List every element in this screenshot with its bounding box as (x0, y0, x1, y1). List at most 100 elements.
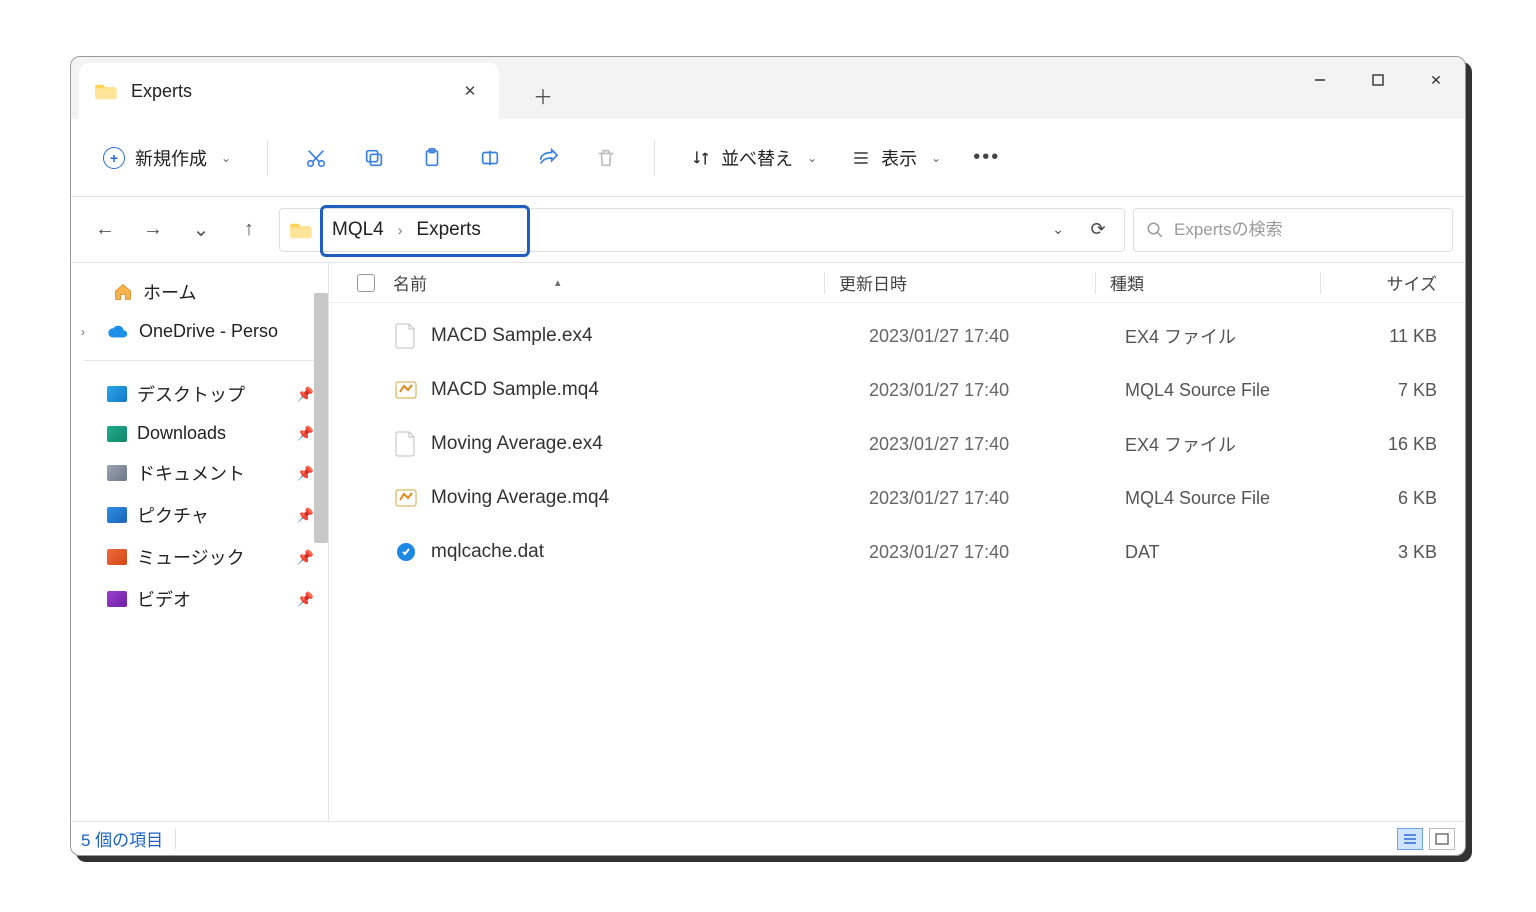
sidebar-item-home[interactable]: ホーム (71, 271, 328, 313)
column-date[interactable]: 更新日時 (839, 275, 907, 294)
view-button[interactable]: 表示 ⌄ (839, 137, 953, 179)
music-icon (107, 549, 127, 565)
file-size: 16 KB (1335, 434, 1465, 455)
details-view-button[interactable] (1397, 828, 1423, 850)
breadcrumb-path: MQL4 › Experts (322, 219, 481, 241)
chevron-right-icon: › (81, 325, 85, 339)
thumbnails-view-button[interactable] (1429, 828, 1455, 850)
sidebar-item-documents[interactable]: ドキュメント 📌 (71, 452, 328, 494)
sidebar-item-onedrive[interactable]: › OneDrive - Perso (71, 313, 328, 350)
address-bar-row: ← → ⌄ ↑ MQL4 › Experts ⌄ ⟳ (71, 197, 1465, 263)
back-button[interactable]: ← (93, 218, 117, 241)
tab-current[interactable]: Experts ✕ (79, 63, 499, 119)
more-button[interactable]: ••• (963, 138, 1010, 177)
scrollbar[interactable] (314, 293, 328, 543)
desktop-icon (107, 386, 127, 402)
sidebar-item-downloads[interactable]: Downloads 📌 (71, 415, 328, 452)
file-icon (393, 539, 419, 565)
sidebar-item-videos[interactable]: ビデオ 📌 (71, 578, 328, 620)
file-type: MQL4 Source File (1125, 380, 1335, 401)
file-name: mqlcache.dat (431, 541, 869, 563)
tab-close-button[interactable]: ✕ (457, 78, 483, 104)
column-type[interactable]: 種類 (1110, 275, 1144, 294)
file-name: MACD Sample.mq4 (431, 379, 869, 401)
file-size: 7 KB (1335, 380, 1465, 401)
cut-button[interactable] (292, 134, 340, 182)
share-button[interactable] (524, 134, 572, 182)
file-type: DAT (1125, 542, 1335, 563)
sidebar-item-label: ピクチャ (137, 502, 209, 528)
nav-arrows: ← → ⌄ ↑ (83, 217, 271, 242)
sidebar-item-label: Downloads (137, 423, 226, 444)
chevron-down-icon: ⌄ (221, 151, 231, 165)
column-size[interactable]: サイズ (1387, 275, 1438, 294)
file-row[interactable]: mqlcache.dat2023/01/27 17:40DAT3 KB (329, 525, 1465, 579)
chevron-down-icon: ⌄ (931, 151, 941, 165)
delete-button[interactable] (582, 134, 630, 182)
pin-icon: 📌 (297, 549, 314, 566)
title-bar: Experts ✕ ＋ ✕ (71, 57, 1465, 119)
select-all-checkbox[interactable] (357, 274, 393, 292)
onedrive-icon (107, 324, 129, 340)
file-row[interactable]: MACD Sample.mq42023/01/27 17:40MQL4 Sour… (329, 363, 1465, 417)
file-date: 2023/01/27 17:40 (869, 380, 1125, 401)
sidebar-item-label: ビデオ (137, 586, 191, 612)
breadcrumb[interactable]: MQL4 › Experts ⌄ ⟳ (279, 208, 1125, 252)
downloads-icon (107, 426, 127, 442)
plus-icon: + (103, 147, 125, 169)
breadcrumb-part[interactable]: MQL4 (332, 219, 384, 241)
file-name: MACD Sample.ex4 (431, 325, 869, 347)
sidebar: ホーム › OneDrive - Perso デスクトップ 📌 Download… (71, 263, 329, 821)
sidebar-item-label: ミュージック (137, 544, 245, 570)
rename-button[interactable] (466, 134, 514, 182)
videos-icon (107, 591, 127, 607)
new-tab-button[interactable]: ＋ (519, 71, 567, 119)
pictures-icon (107, 507, 127, 523)
sidebar-item-label: OneDrive - Perso (139, 321, 278, 342)
file-date: 2023/01/27 17:40 (869, 326, 1125, 347)
close-button[interactable]: ✕ (1407, 57, 1465, 103)
file-row[interactable]: Moving Average.ex42023/01/27 17:40EX4 ファ… (329, 417, 1465, 471)
window-controls: ✕ (1291, 57, 1465, 103)
file-size: 3 KB (1335, 542, 1465, 563)
sidebar-item-desktop[interactable]: デスクトップ 📌 (71, 373, 328, 415)
file-icon (393, 377, 419, 403)
tab-title: Experts (131, 81, 443, 102)
view-mode-buttons (1397, 828, 1455, 850)
refresh-button[interactable]: ⟳ (1082, 219, 1114, 240)
status-bar: 5 個の項目 (71, 821, 1465, 855)
sidebar-item-music[interactable]: ミュージック 📌 (71, 536, 328, 578)
sort-button[interactable]: 並べ替え ⌄ (679, 137, 829, 179)
explorer-window: Experts ✕ ＋ ✕ + 新規作成 ⌄ (70, 56, 1466, 856)
separator (1320, 272, 1321, 294)
toolbar: + 新規作成 ⌄ 並べ替え ⌄ (71, 119, 1465, 197)
recent-button[interactable]: ⌄ (189, 217, 213, 242)
view-icon (851, 148, 871, 168)
separator (175, 829, 176, 849)
breadcrumb-dropdown[interactable]: ⌄ (1044, 221, 1072, 238)
pin-icon: 📌 (297, 386, 314, 403)
copy-button[interactable] (350, 134, 398, 182)
breadcrumb-part[interactable]: Experts (416, 219, 480, 241)
forward-button[interactable]: → (141, 218, 165, 241)
search-input[interactable] (1174, 220, 1440, 240)
up-button[interactable]: ↑ (237, 218, 261, 241)
search-box[interactable] (1133, 208, 1453, 252)
folder-icon (95, 82, 117, 100)
file-date: 2023/01/27 17:40 (869, 434, 1125, 455)
file-list: 名前 ▴ 更新日時 種類 サイズ MACD Sample.ex42023/01/… (329, 263, 1465, 821)
view-label: 表示 (881, 145, 917, 171)
file-row[interactable]: MACD Sample.ex42023/01/27 17:40EX4 ファイル1… (329, 309, 1465, 363)
column-headers: 名前 ▴ 更新日時 種類 サイズ (329, 263, 1465, 303)
separator (1095, 272, 1096, 294)
new-button[interactable]: + 新規作成 ⌄ (91, 137, 243, 179)
column-name[interactable]: 名前 (393, 270, 427, 295)
minimize-button[interactable] (1291, 57, 1349, 103)
pin-icon: 📌 (297, 507, 314, 524)
file-row[interactable]: Moving Average.mq42023/01/27 17:40MQL4 S… (329, 471, 1465, 525)
maximize-button[interactable] (1349, 57, 1407, 103)
paste-button[interactable] (408, 134, 456, 182)
sidebar-item-pictures[interactable]: ピクチャ 📌 (71, 494, 328, 536)
file-size: 11 KB (1335, 326, 1465, 347)
file-size: 6 KB (1335, 488, 1465, 509)
